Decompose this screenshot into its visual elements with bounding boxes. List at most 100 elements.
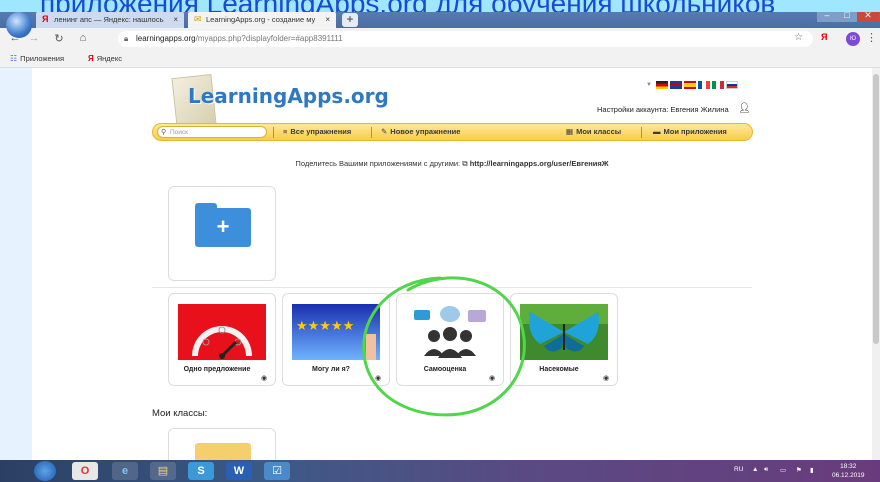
address-bar-row: ← → ↻ ⌂ 🔒︎ learningapps.org/myapps.php?d…	[0, 28, 880, 50]
tab-label: ленинг апс — Яндекс: нашлось	[54, 15, 164, 24]
learningapps-tab-icon: ✉	[194, 14, 202, 24]
nav-my-apps[interactable]: ▬ Мои приложения	[653, 127, 727, 136]
taskbar-skype-icon[interactable]: S	[188, 462, 214, 480]
flag-fr-icon[interactable]	[697, 81, 710, 89]
overlay-banner: приложения LearningApps.org для обучения…	[0, 0, 880, 12]
volume-icon[interactable]: 🔊︎	[764, 466, 768, 474]
pencil-icon: ✎	[381, 127, 388, 136]
flag-it-icon[interactable]	[711, 81, 724, 89]
nav-separator	[371, 127, 372, 138]
account-settings-link[interactable]: Настройки аккаунта: Евгения Жилина	[597, 105, 729, 114]
url-input[interactable]: 🔒︎ learningapps.org/myapps.php?displayfo…	[118, 31, 813, 47]
nav-label: Все упражнения	[290, 127, 352, 136]
bookmark-label: Яндекс	[96, 54, 122, 63]
taskbar-tasks-icon[interactable]: ☑	[264, 462, 290, 480]
eye-icon[interactable]: ◉	[261, 374, 267, 382]
page-background: LearningApps.org ▼ Настройки аккаунта: Е…	[0, 68, 880, 468]
power-icon[interactable]: ▮	[810, 466, 814, 474]
app-thumbnail-gauge	[178, 304, 266, 360]
app-card[interactable]: Насекомые ◉	[510, 293, 618, 386]
search-placeholder: Поиск	[170, 129, 189, 136]
nav-separator	[273, 127, 274, 138]
bookmark-yandex[interactable]: Я Яндекс	[88, 54, 122, 63]
eye-icon[interactable]: ◉	[489, 374, 495, 382]
taskbar-ie-icon[interactable]: e	[112, 462, 138, 480]
share-url[interactable]: http://learningapps.org/user/ЕвгенияЖ	[470, 159, 609, 168]
search-input[interactable]: ⚲ Поиск	[157, 126, 267, 138]
page-content: LearningApps.org ▼ Настройки аккаунта: Е…	[32, 68, 872, 468]
list-icon: ≡	[283, 127, 288, 136]
url-host: learningapps.org	[136, 34, 196, 43]
add-folder-icon: +	[195, 203, 251, 247]
nav-new-exercise[interactable]: ✎ Новое упражнение	[381, 127, 460, 136]
app-title: Одно предложение	[183, 366, 251, 373]
start-button[interactable]	[34, 461, 56, 481]
page-scrollbar[interactable]	[872, 68, 880, 460]
globe-icon	[6, 12, 32, 38]
bookmark-apps[interactable]: ☷ Приложения	[10, 54, 64, 63]
nav-label: Мои классы	[576, 127, 622, 136]
nav-separator	[641, 127, 642, 138]
yandex-icon: Я	[88, 54, 94, 63]
classes-icon: ▦	[566, 127, 574, 136]
tab-yandex-search[interactable]: Я ленинг апс — Яндекс: нашлось ×	[36, 11, 184, 28]
flag-icon[interactable]: ⚑	[796, 466, 802, 474]
tab-learningapps[interactable]: ✉ LearningApps.org - создание му ×	[188, 11, 336, 28]
app-title: Насекомые	[539, 366, 579, 373]
share-line: Поделитесь Вашими приложениями с другими…	[32, 159, 872, 169]
network-icon[interactable]: ▭	[780, 466, 786, 474]
new-folder-card[interactable]: +	[168, 186, 276, 281]
app-card[interactable]: ★★★★★ Могу ли я? ◉	[282, 293, 390, 386]
home-button[interactable]: ⌂	[76, 32, 90, 44]
forward-button[interactable]: →	[27, 32, 41, 44]
tab-label: LearningApps.org - создание му	[206, 15, 316, 24]
scrollbar-thumb[interactable]	[873, 74, 879, 344]
app-thumbnail-butterfly	[520, 304, 608, 360]
app-card[interactable]: Одно предложение ◉	[168, 293, 276, 386]
close-tab-icon[interactable]: ×	[173, 11, 178, 28]
bookmark-star-icon[interactable]: ☆	[794, 32, 803, 43]
clock[interactable]: 18:32 06.12.2019	[832, 462, 865, 480]
taskbar-explorer-icon[interactable]: ▤	[150, 462, 176, 480]
clock-date: 06.12.2019	[832, 472, 865, 479]
taskbar-chrome-icon[interactable]: O	[72, 462, 98, 480]
eye-icon[interactable]: ◉	[375, 374, 381, 382]
flag-uk-icon[interactable]	[669, 81, 682, 89]
yandex-tab-icon: Я	[42, 14, 49, 24]
section-divider	[152, 287, 752, 288]
search-icon: ⚲	[161, 129, 167, 136]
taskbar: O e ▤ S W ☑ RU ▲ 🔊︎ ▭ ⚑ ▮ 18:32 06.12.20…	[0, 460, 880, 482]
app-card[interactable]: Самооценка ◉	[396, 293, 504, 386]
my-classes-heading: Мои классы:	[152, 408, 208, 419]
lock-icon: 🔒︎	[124, 34, 129, 43]
profile-avatar[interactable]: Ю	[846, 32, 860, 46]
nav-all-exercises[interactable]: ≡ Все упражнения	[283, 127, 351, 136]
site-logo[interactable]: LearningApps.org	[188, 84, 389, 108]
user-icon[interactable]: 👤︎	[738, 103, 751, 114]
language-indicator[interactable]: RU	[734, 466, 743, 473]
taskbar-word-icon[interactable]: W	[226, 462, 252, 480]
flag-de-icon[interactable]	[655, 81, 668, 89]
external-link-icon: ⧉	[462, 159, 468, 168]
language-selector[interactable]: ▼	[646, 81, 738, 89]
nav-my-classes[interactable]: ▦ Мои классы	[566, 127, 621, 136]
clock-time: 18:32	[840, 463, 857, 470]
flag-ru-icon[interactable]	[725, 81, 738, 89]
main-nav: ⚲ Поиск ≡ Все упражнения ✎ Новое упражнени…	[152, 123, 753, 141]
flag-es-icon[interactable]	[683, 81, 696, 89]
svg-text:★★★★★: ★★★★★	[296, 319, 354, 334]
yandex-extension-icon[interactable]: Я	[821, 32, 827, 42]
new-tab-button[interactable]: +	[342, 13, 358, 27]
nav-label: Мои приложения	[663, 127, 727, 136]
tray-arrow-icon[interactable]: ▲	[752, 466, 758, 473]
eye-icon[interactable]: ◉	[603, 374, 609, 382]
url-path: /myapps.php?displayfolder=#app8391111	[195, 34, 343, 43]
bookmark-label: Приложения	[20, 54, 65, 63]
share-text: Поделитесь Вашими приложениями с другими…	[295, 159, 461, 168]
menu-icon[interactable]: ⋮	[866, 31, 877, 44]
close-tab-icon[interactable]: ×	[325, 11, 330, 28]
reload-button[interactable]: ↻	[52, 32, 66, 45]
folder-icon: ▬	[653, 127, 661, 136]
overlay-banner-text: приложения LearningApps.org для обучения…	[40, 0, 775, 12]
app-title: Самооценка	[423, 366, 467, 373]
